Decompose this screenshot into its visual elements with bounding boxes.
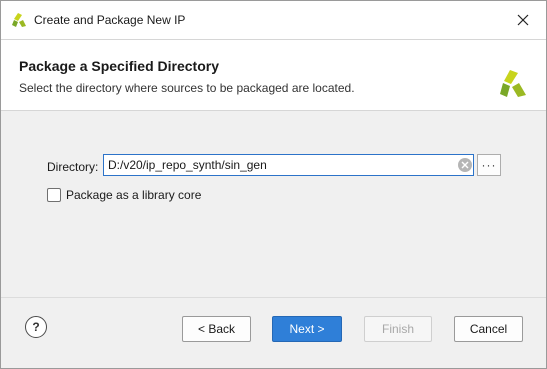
- directory-input[interactable]: [103, 154, 474, 176]
- title-bar: Create and Package New IP: [1, 1, 546, 40]
- directory-label: Directory:: [47, 160, 99, 174]
- page-title: Package a Specified Directory: [19, 58, 219, 74]
- back-button[interactable]: < Back: [182, 316, 251, 342]
- close-icon: [517, 14, 529, 26]
- wizard-header: Package a Specified Directory Select the…: [1, 40, 546, 111]
- cancel-button[interactable]: Cancel: [454, 316, 523, 342]
- finish-button[interactable]: Finish: [364, 316, 432, 342]
- browse-button[interactable]: ···: [477, 154, 501, 176]
- clear-input-button[interactable]: [458, 158, 472, 172]
- footer-divider: [1, 297, 546, 298]
- vivado-logo-icon: [12, 13, 26, 27]
- library-core-label[interactable]: Package as a library core: [66, 188, 201, 202]
- page-subtitle: Select the directory where sources to be…: [19, 81, 355, 95]
- help-button[interactable]: ?: [25, 316, 47, 338]
- window-title: Create and Package New IP: [34, 13, 186, 27]
- library-core-checkbox[interactable]: [47, 188, 61, 202]
- close-button[interactable]: [500, 1, 546, 39]
- vivado-logo-icon: [500, 70, 526, 97]
- dialog-window: Create and Package New IP Package a Spec…: [0, 0, 547, 369]
- clear-icon: [461, 161, 469, 169]
- next-button[interactable]: Next >: [272, 316, 342, 342]
